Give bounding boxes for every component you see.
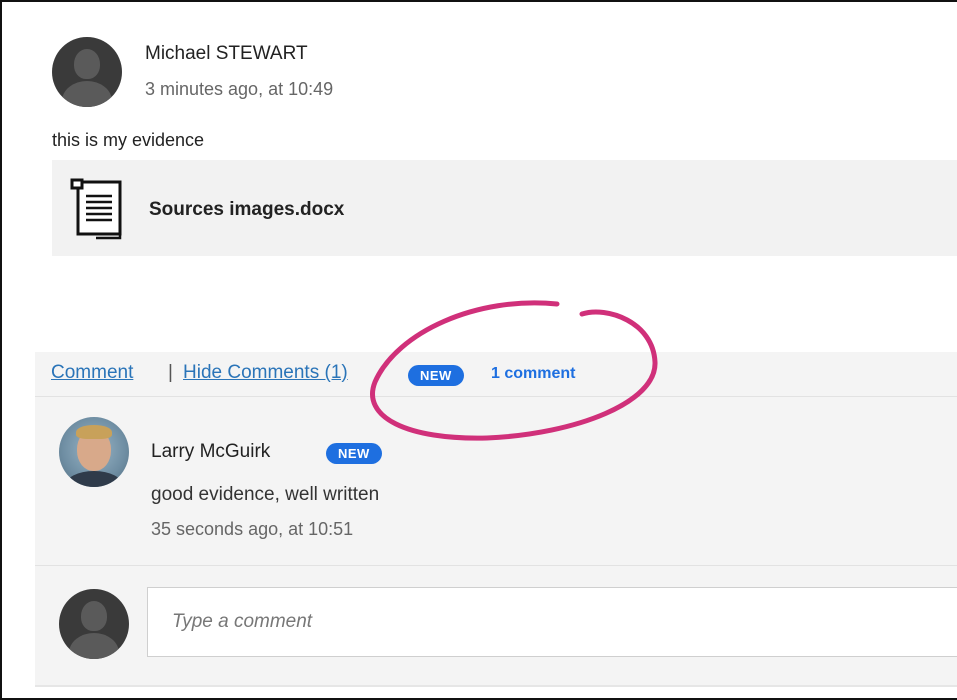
comment-timestamp: 35 seconds ago, at 10:51	[151, 519, 354, 539]
post-body-text: this is my evidence	[52, 130, 205, 150]
avatar-head	[81, 601, 107, 631]
hide-comments-link[interactable]: Hide Comments (1)	[183, 362, 348, 384]
bottom-divider	[35, 685, 957, 687]
commenter-avatar	[59, 417, 129, 487]
avatar-body	[62, 81, 112, 107]
author-avatar	[52, 37, 122, 107]
attachment-card[interactable]: Sources images.docx	[52, 160, 957, 256]
document-icon	[70, 178, 122, 240]
comment-text: good evidence, well written	[151, 484, 380, 505]
comment-input[interactable]	[147, 587, 957, 657]
comments-section: Larry McGuirk NEW good evidence, well wr…	[35, 397, 957, 687]
composer-avatar	[59, 589, 129, 659]
new-badge: NEW	[408, 365, 464, 386]
avatar-hair	[76, 425, 112, 439]
new-comment-count-link[interactable]: 1 comment	[491, 365, 575, 383]
post-author-name: Michael STEWART	[145, 43, 308, 64]
divider	[35, 565, 957, 566]
avatar-head	[74, 49, 100, 79]
commenter-name: Larry McGuirk	[151, 441, 271, 462]
comment-new-badge: NEW	[326, 443, 382, 464]
avatar-shirt	[65, 471, 123, 487]
post-card: Michael STEWART 3 minutes ago, at 10:49 …	[0, 0, 957, 700]
comment-link[interactable]: Comment	[51, 362, 133, 384]
avatar-body	[69, 633, 119, 659]
attachment-filename[interactable]: Sources images.docx	[149, 199, 344, 221]
post-timestamp: 3 minutes ago, at 10:49	[145, 79, 334, 99]
comment-actions-bar: Comment | Hide Comments (1) NEW 1 commen…	[35, 352, 957, 397]
actions-separator: |	[168, 362, 173, 383]
